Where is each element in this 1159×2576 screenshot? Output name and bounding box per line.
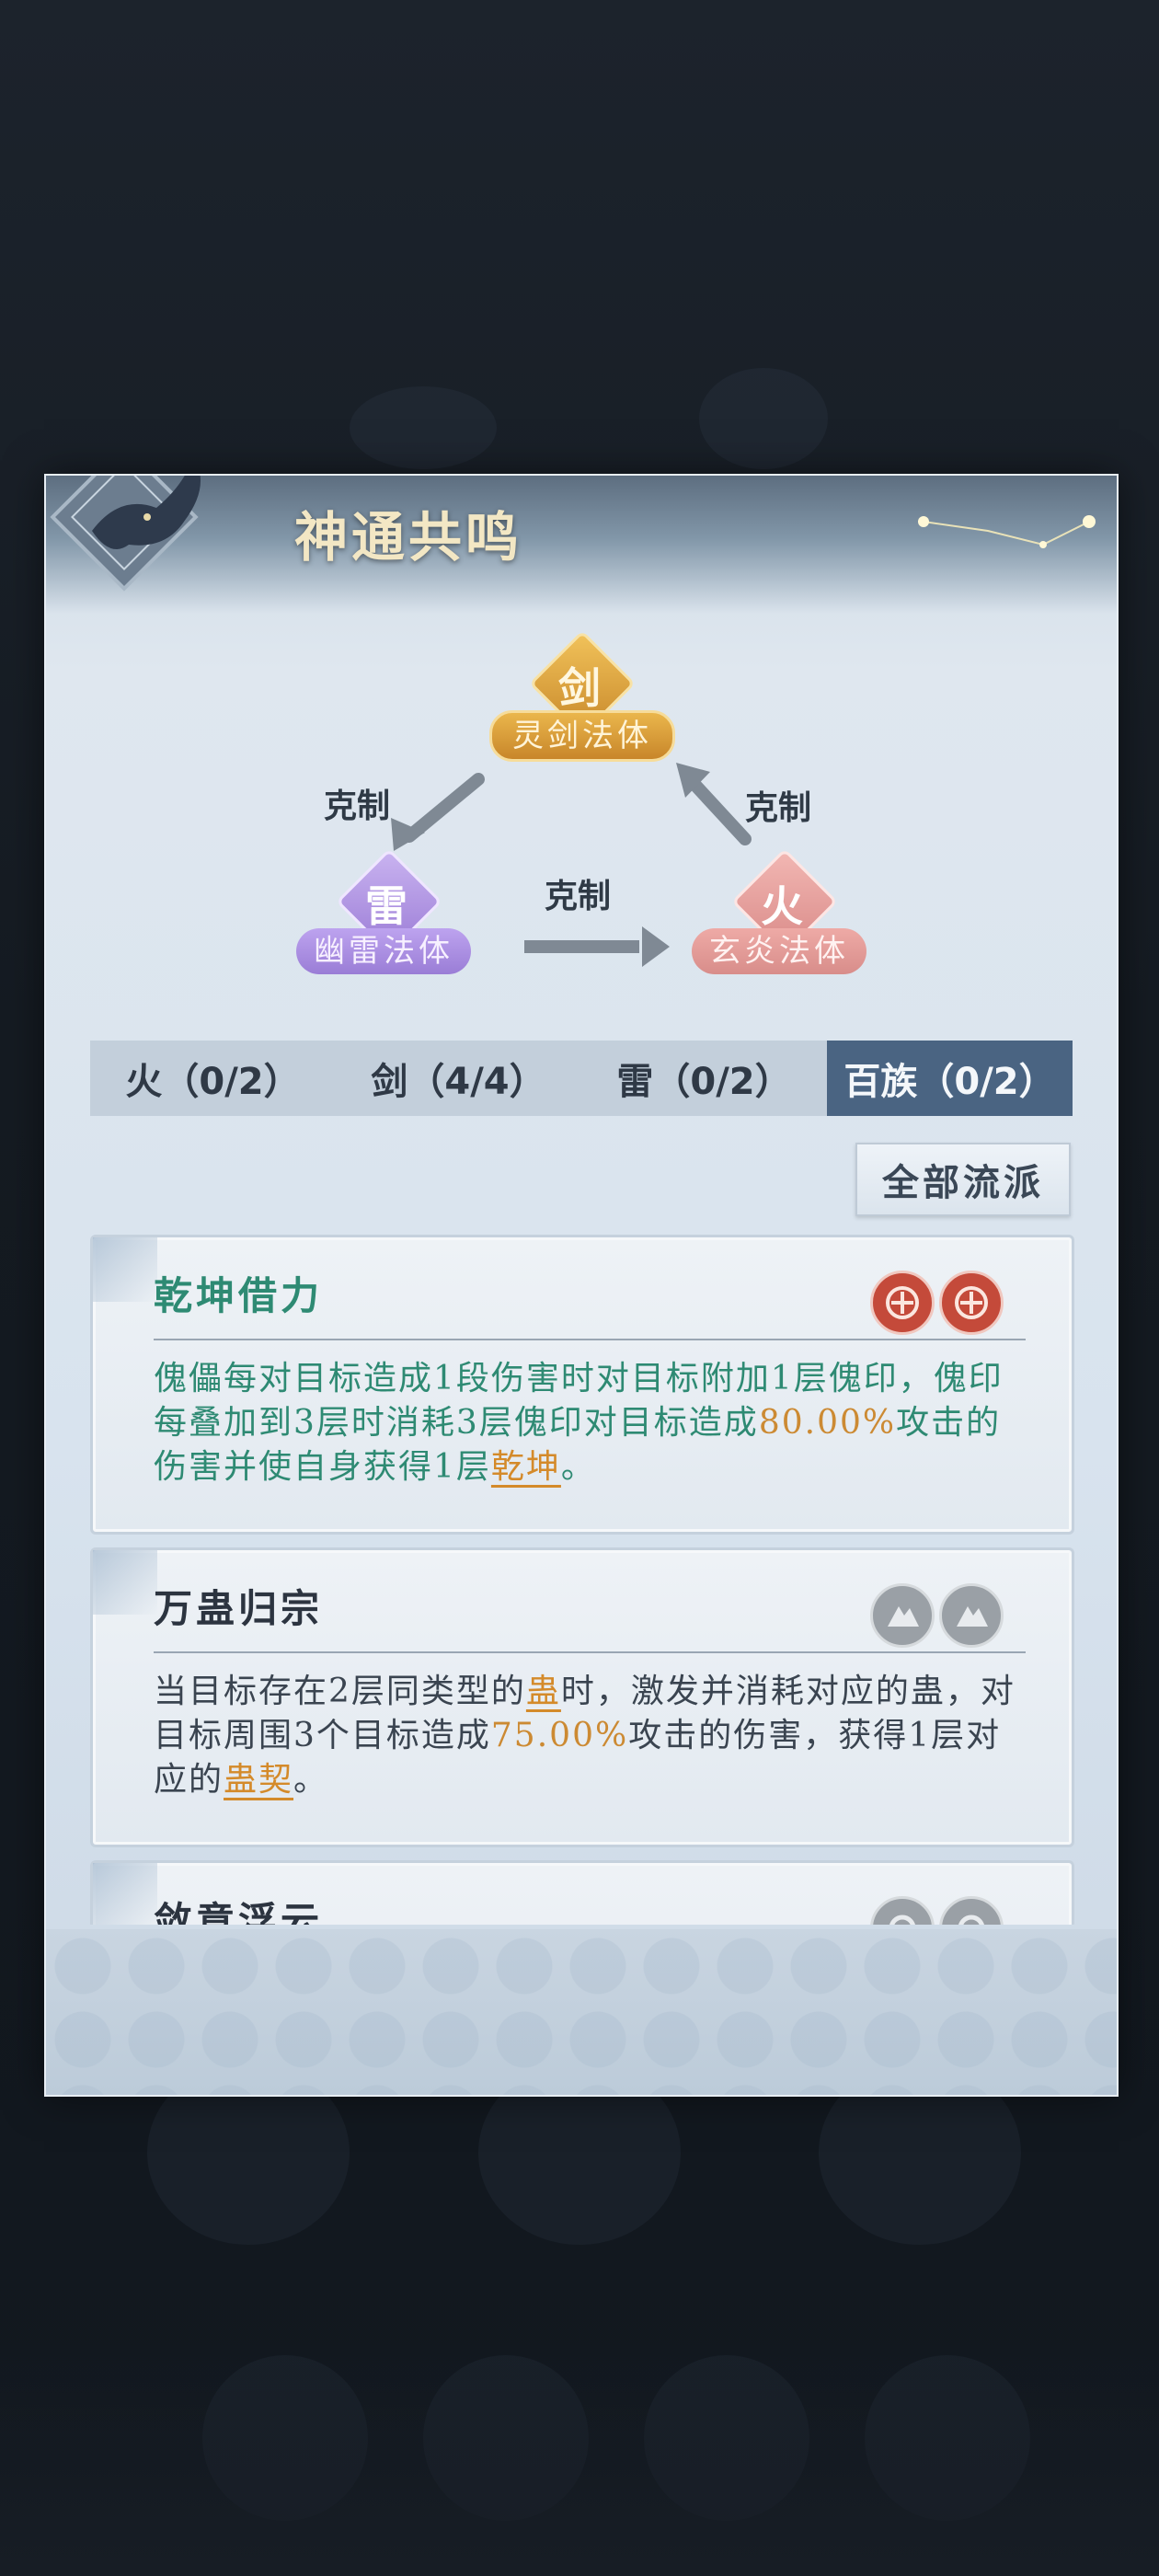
keyword-link[interactable]: 蛊契	[224, 1761, 293, 1799]
desc-percent: 80.00%	[758, 1404, 897, 1442]
desc-text: 当目标存在2层同类型的	[154, 1673, 526, 1710]
dialog-footer-pattern	[46, 1929, 1117, 2095]
skill-card-description: 傀儡每对目标造成1段伤害时对目标附加1层傀印，傀印每叠加到3层时消耗3层傀印对目…	[154, 1357, 1018, 1489]
arrow-sword-to-thunder	[391, 773, 485, 851]
skill-card-description: 当目标存在2层同类型的蛊时，激发并消耗对应的蛊，对目标周围3个目标造成75.00…	[154, 1670, 1018, 1802]
counter-arrows	[391, 763, 752, 967]
desc-percent: 75.00%	[490, 1717, 629, 1754]
grey-mountain-icon	[870, 1583, 935, 1648]
tab-fire[interactable]: 火（0/2）	[90, 1041, 336, 1116]
all-schools-button[interactable]: 全部流派	[855, 1143, 1071, 1216]
skill-card[interactable]: 乾坤借力 傀儡每对目标造成1段伤害时对目标附加1层傀印，傀印每叠加到3层时消耗3…	[90, 1235, 1074, 1535]
counter-label-left: 克制	[324, 788, 391, 825]
red-seal-icon	[939, 1271, 1004, 1335]
skill-card-list[interactable]: 乾坤借力 傀儡每对目标造成1段伤害时对目标附加1层傀印，傀印每叠加到3层时消耗3…	[90, 1235, 1076, 1925]
counter-label-right: 克制	[745, 789, 812, 827]
card-corner-ornament	[93, 1863, 157, 1925]
skill-card[interactable]: 万蛊归宗 当目标存在2层同类型的蛊时，激发并消耗对应的蛊，对目标周围3个目标造成…	[90, 1547, 1074, 1847]
arrow-thunder-to-flame	[524, 926, 670, 967]
grey-swirl-icon	[870, 1896, 935, 1925]
card-divider	[154, 1651, 1026, 1653]
arrow-flame-to-sword	[676, 763, 752, 845]
card-corner-ornament	[93, 1237, 157, 1302]
keyword-link[interactable]: 乾坤	[491, 1448, 561, 1486]
tab-thunder[interactable]: 雷（0/2）	[581, 1041, 827, 1116]
card-corner-ornament	[93, 1550, 157, 1615]
grey-mountain-icon	[939, 1583, 1004, 1648]
keyword-link[interactable]: 蛊	[526, 1673, 561, 1710]
skill-card-title: 万蛊归宗	[154, 1586, 324, 1631]
tab-hundred-clans[interactable]: 百族（0/2）	[827, 1041, 1073, 1116]
card-divider	[154, 1339, 1026, 1340]
red-seal-icon	[870, 1271, 935, 1335]
resonance-dialog: 神通共鸣 剑 灵剑法体 雷 幽雷法体 火 玄炎法体 克制 克制 克制 火（0/2…	[44, 474, 1119, 2097]
counter-label-middle: 克制	[545, 878, 612, 915]
skill-card-title: 乾坤借力	[154, 1273, 324, 1318]
desc-text: 。	[560, 1448, 596, 1486]
skill-card-title: 敛意浮云	[154, 1899, 324, 1925]
tab-sword[interactable]: 剑（4/4）	[336, 1041, 581, 1116]
school-tabs: 火（0/2） 剑（4/4） 雷（0/2） 百族（0/2）	[90, 1041, 1073, 1116]
desc-text: 。	[293, 1761, 329, 1799]
grey-swirl-icon	[939, 1896, 1004, 1925]
skill-card[interactable]: 敛意浮云	[90, 1860, 1074, 1925]
